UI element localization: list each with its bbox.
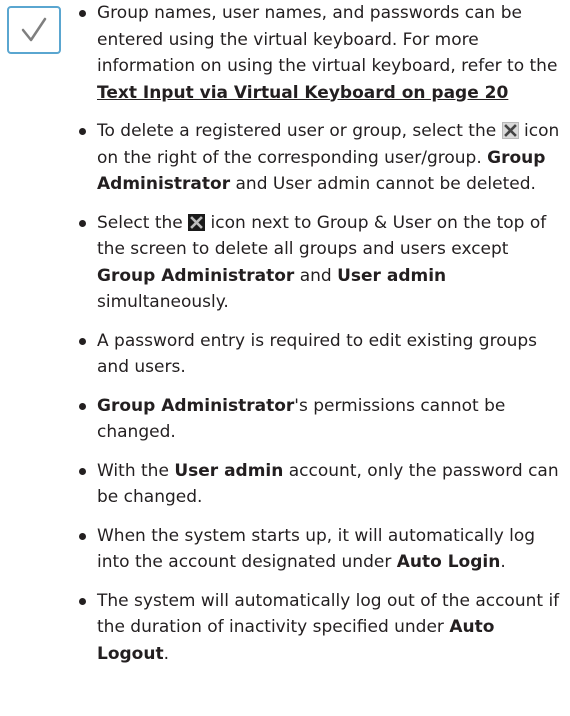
note-text: With the <box>97 460 175 481</box>
delete-icon <box>501 122 519 139</box>
note-item-admin-permissions: Group Administrator's permissions cannot… <box>78 393 562 446</box>
note-list: Group names, user names, and passwords c… <box>78 0 562 679</box>
note-item-auto-login: When the system starts up, it will autom… <box>78 523 562 576</box>
note-item-virtual-keyboard: Group names, user names, and passwords c… <box>78 0 562 106</box>
note-bold-term: User admin <box>337 265 447 286</box>
note-item-delete-user: To delete a registered user or group, se… <box>78 118 562 198</box>
note-text: Select the <box>97 212 189 233</box>
note-text: . <box>163 643 169 664</box>
note-bold-term: Group Administrator <box>97 395 295 416</box>
note-bold-term: Auto Login <box>396 552 501 572</box>
note-text: Group names, user names, and passwords c… <box>97 3 558 76</box>
note-bold-term: Group Administrator <box>97 265 295 286</box>
note-text: A password entry is required to edit exi… <box>97 330 538 378</box>
delete-all-icon <box>188 213 206 231</box>
note-text: simultaneously. <box>97 292 229 312</box>
note-item-password-required: A password entry is required to edit exi… <box>78 328 562 381</box>
note-text: To delete a registered user or group, se… <box>97 121 502 141</box>
note-text: and <box>294 265 338 286</box>
note-check-icon <box>7 6 61 54</box>
note-item-user-admin: With the User admin account, only the pa… <box>78 458 562 511</box>
note-bold-term: User admin <box>174 460 284 481</box>
cross-reference-link[interactable]: Text Input via Virtual Keyboard on page … <box>97 83 508 103</box>
note-text: . <box>500 552 506 572</box>
note-item-delete-all: Select the icon next to Group & User on … <box>78 210 562 316</box>
note-text: and User admin cannot be deleted. <box>230 174 536 194</box>
note-item-auto-logout: The system will automatically log out of… <box>78 588 562 668</box>
